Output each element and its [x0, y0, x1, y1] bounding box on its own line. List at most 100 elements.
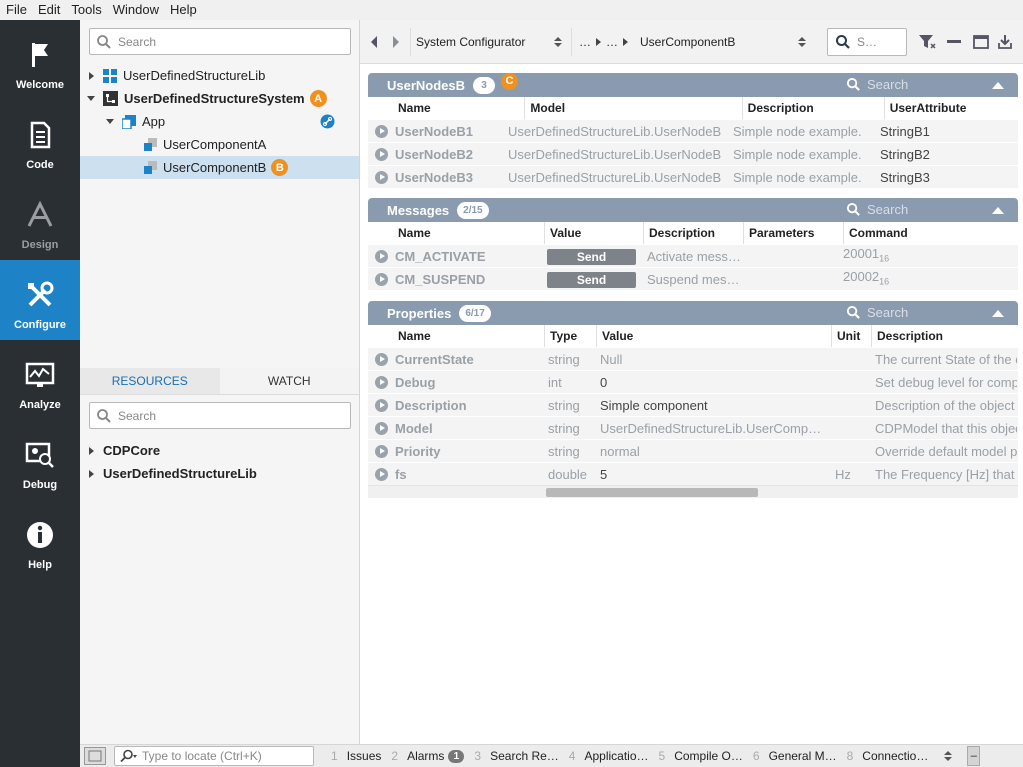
column-header[interactable]: Value	[544, 222, 643, 244]
column-header[interactable]: Description	[871, 325, 1018, 347]
play-icon[interactable]	[375, 124, 388, 138]
status-tab-general-messages[interactable]: 6 General M…	[748, 745, 842, 767]
tabs-scroll-spinner[interactable]	[943, 749, 953, 763]
minimize-icon[interactable]	[946, 34, 962, 50]
column-header[interactable]: UserAttribute	[883, 97, 1018, 119]
filter-icon[interactable]	[918, 34, 936, 50]
forward-arrow-icon[interactable]	[390, 35, 402, 49]
panel-toggle-icon[interactable]	[84, 747, 106, 765]
status-tab-alarms[interactable]: 2 Alarms 1	[386, 745, 469, 767]
expand-arrow-icon[interactable]	[89, 71, 94, 80]
collapse-caret-icon[interactable]	[992, 207, 1004, 214]
play-icon[interactable]	[375, 272, 388, 286]
tab-resources[interactable]: RESOURCES	[80, 368, 220, 394]
table-row[interactable]: Description string Simple component Desc…	[368, 394, 1018, 417]
breadcrumb-ellipsis[interactable]: …	[579, 35, 591, 49]
status-tab-search-results[interactable]: 3 Search Re…	[469, 745, 563, 767]
collapse-caret-icon[interactable]	[992, 82, 1004, 89]
value-cell[interactable]: Null	[595, 348, 830, 371]
menu-window[interactable]: Window	[107, 0, 164, 20]
tree-item-usercomponenta[interactable]: UserComponentA	[80, 133, 359, 156]
play-icon[interactable]	[375, 147, 388, 161]
download-icon[interactable]	[997, 34, 1013, 50]
breadcrumb-current[interactable]: UserComponentB	[640, 35, 735, 49]
column-header[interactable]: Parameters	[743, 222, 843, 244]
table-row[interactable]: UserNodeB3 UserDefinedStructureLib.UserN…	[368, 166, 1018, 189]
column-header[interactable]: Unit	[831, 325, 871, 347]
section-search[interactable]: Search	[846, 202, 908, 217]
activity-configure[interactable]: Configure	[0, 260, 80, 340]
status-tab-application[interactable]: 4 Applicatio…	[564, 745, 654, 767]
play-icon[interactable]	[375, 249, 388, 263]
activity-analyze[interactable]: Analyze	[0, 340, 80, 420]
window-icon[interactable]	[973, 34, 989, 50]
send-button[interactable]: Send	[547, 248, 636, 265]
column-header[interactable]: Description	[741, 97, 884, 119]
column-header[interactable]: Value	[596, 325, 831, 347]
activity-welcome[interactable]: Welcome	[0, 20, 80, 100]
value-cell[interactable]: 5	[595, 463, 830, 486]
table-row[interactable]: Priority string normal Override default …	[368, 440, 1018, 463]
locate-input[interactable]: Type to locate (Ctrl+K)	[114, 746, 314, 766]
table-row[interactable]: UserNodeB1 UserDefinedStructureLib.UserN…	[368, 120, 1018, 143]
expand-arrow-icon[interactable]	[89, 469, 94, 478]
status-tab-issues[interactable]: 1 Issues	[326, 745, 386, 767]
status-tab-connections[interactable]: 8 Connectio…	[842, 745, 934, 767]
activity-code[interactable]: Code	[0, 100, 80, 180]
section-search[interactable]: Search	[846, 305, 908, 320]
value-cell[interactable]: UserDefinedStructureLib.UserComp…	[595, 417, 830, 440]
toolbar-search-input[interactable]: S…	[827, 28, 907, 56]
play-icon[interactable]	[375, 170, 388, 184]
resource-item-userdefinedstructurelib[interactable]: UserDefinedStructureLib	[80, 462, 359, 485]
value-cell[interactable]: 0	[595, 371, 830, 394]
column-header[interactable]: Description	[643, 222, 743, 244]
section-header[interactable]: Messages 2/15 Search	[368, 198, 1018, 222]
configurator-select[interactable]: System Configurator	[410, 28, 568, 56]
collapse-arrow-icon[interactable]	[106, 119, 114, 124]
tab-watch[interactable]: WATCH	[219, 368, 359, 394]
column-header[interactable]: Type	[544, 325, 596, 347]
play-icon[interactable]	[375, 352, 388, 366]
activity-design[interactable]: Design	[0, 180, 80, 260]
collapse-caret-icon[interactable]	[992, 310, 1004, 317]
menu-edit[interactable]: Edit	[32, 0, 65, 20]
play-icon[interactable]	[375, 467, 388, 481]
play-icon[interactable]	[375, 398, 388, 412]
table-row[interactable]: CurrentState string Null The current Sta…	[368, 348, 1018, 371]
horizontal-scrollbar[interactable]	[368, 485, 1018, 498]
expand-arrow-icon[interactable]	[89, 446, 94, 455]
table-row[interactable]: Model string UserDefinedStructureLib.Use…	[368, 417, 1018, 440]
menu-tools[interactable]: Tools	[65, 0, 106, 20]
table-row[interactable]: Debug int 0 Set debug level for compo	[368, 371, 1018, 394]
section-search[interactable]: Search	[846, 77, 908, 92]
value-cell[interactable]: Simple component	[595, 394, 830, 417]
value-cell[interactable]: normal	[595, 440, 830, 463]
send-button[interactable]: Send	[547, 271, 636, 288]
resources-search-input[interactable]: Search	[89, 402, 351, 429]
tree-item-app[interactable]: App	[80, 110, 359, 133]
status-tab-compile-output[interactable]: 5 Compile O…	[654, 745, 748, 767]
column-header[interactable]: Model	[524, 97, 741, 119]
minimize-panel-button[interactable]: –	[967, 746, 981, 766]
scrollbar-thumb[interactable]	[546, 488, 758, 497]
collapse-arrow-icon[interactable]	[87, 96, 95, 101]
tree-search-input[interactable]: Search	[89, 28, 351, 55]
play-icon[interactable]	[375, 421, 388, 435]
tree-item-usercomponentb[interactable]: UserComponentB B	[80, 156, 359, 179]
section-header[interactable]: Properties 6/17 Search	[368, 301, 1018, 325]
link-icon[interactable]	[320, 114, 335, 129]
menu-file[interactable]: File	[0, 0, 32, 20]
column-header[interactable]: Name	[393, 325, 544, 347]
section-header[interactable]: UserNodesB 3 C Search	[368, 72, 1018, 97]
back-arrow-icon[interactable]	[368, 35, 380, 49]
table-row[interactable]: fs double 5 Hz The Frequency [Hz] that t	[368, 463, 1018, 486]
tree-item-userdefinedstructuresystem[interactable]: UserDefinedStructureSystem A	[80, 87, 359, 110]
menu-help[interactable]: Help	[164, 0, 202, 20]
breadcrumb-ellipsis[interactable]: …	[606, 35, 618, 49]
play-icon[interactable]	[375, 444, 388, 458]
column-header[interactable]: Name	[393, 97, 524, 119]
table-row[interactable]: UserNodeB2 UserDefinedStructureLib.UserN…	[368, 143, 1018, 166]
activity-help[interactable]: Help	[0, 500, 80, 580]
activity-debug[interactable]: Debug	[0, 420, 80, 500]
column-header[interactable]: Command	[843, 222, 1013, 244]
